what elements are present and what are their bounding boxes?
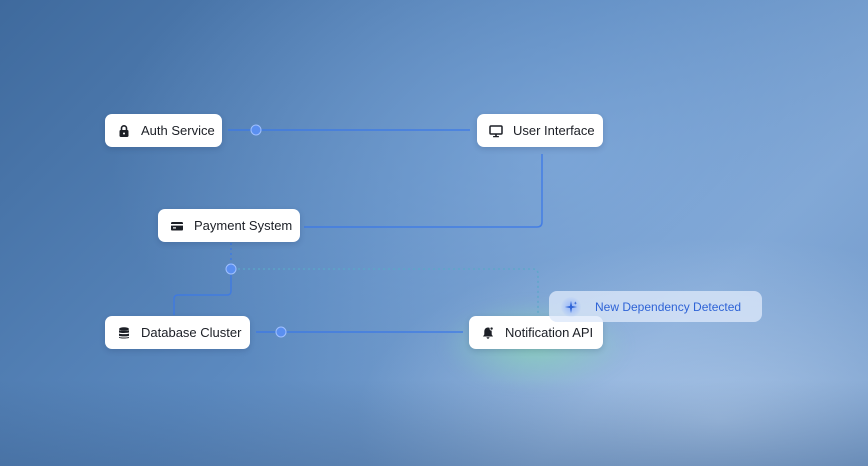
node-user-interface[interactable]: User Interface — [477, 114, 603, 147]
credit-card-icon — [170, 219, 184, 233]
node-label: User Interface — [513, 123, 595, 138]
link-branch-database — [173, 275, 232, 315]
database-icon — [117, 326, 131, 340]
node-auth-service[interactable]: Auth Service — [105, 114, 222, 147]
connection-links — [173, 124, 543, 338]
link-ui-payment — [304, 154, 543, 228]
sparkle-icon — [561, 296, 581, 317]
monitor-icon — [489, 124, 503, 138]
link-database-notification-dot — [275, 326, 287, 338]
node-label: Auth Service — [141, 123, 215, 138]
node-label: Notification API — [505, 325, 594, 340]
lock-icon — [117, 124, 131, 138]
node-label: Database Cluster — [141, 325, 242, 340]
link-branch-dot — [225, 263, 237, 275]
new-dependency-badge[interactable]: New Dependency Detected — [549, 291, 762, 322]
badge-label: New Dependency Detected — [595, 299, 742, 314]
bell-icon — [481, 326, 495, 340]
node-label: Payment System — [194, 218, 293, 233]
node-payment-system[interactable]: Payment System — [158, 209, 300, 242]
node-database-cluster[interactable]: Database Cluster — [105, 316, 250, 349]
link-branch-notification — [238, 268, 539, 315]
link-auth-ui-dot — [250, 124, 262, 136]
